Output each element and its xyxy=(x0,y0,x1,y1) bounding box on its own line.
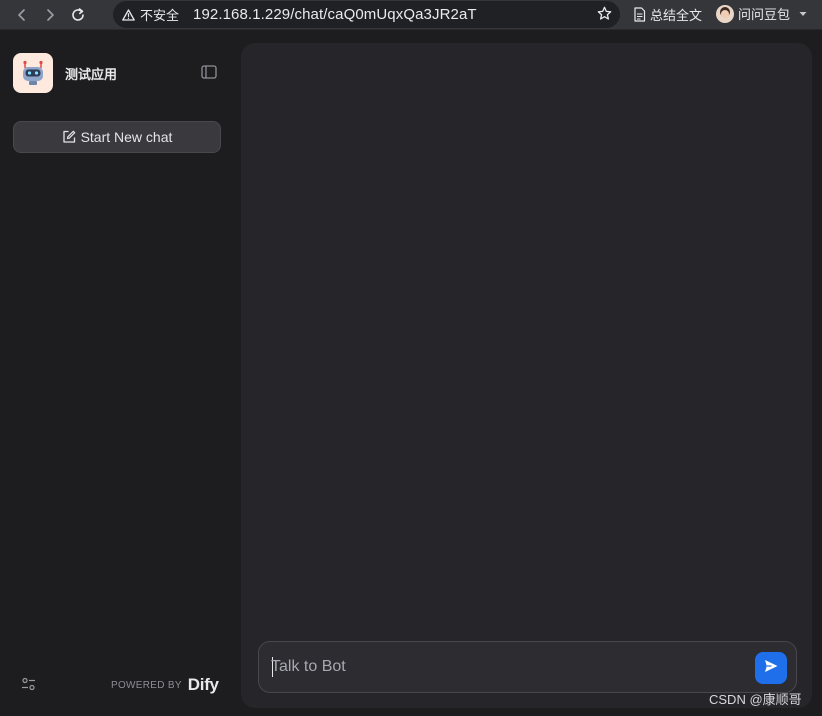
forward-button[interactable] xyxy=(36,1,64,29)
new-chat-button[interactable]: Start New chat xyxy=(13,121,221,153)
reload-icon xyxy=(70,7,86,23)
back-button[interactable] xyxy=(8,1,36,29)
browser-toolbar: 不安全 192.168.1.229/chat/caQ0mUqxQa3JR2aT … xyxy=(0,0,822,30)
app-header: 测试应用 xyxy=(13,53,223,93)
message-input[interactable] xyxy=(271,656,741,678)
profile-name: 问问豆包 xyxy=(738,7,791,22)
robot-icon xyxy=(13,53,53,93)
arrow-right-icon xyxy=(43,8,57,22)
sidebar-collapse-icon[interactable] xyxy=(201,65,217,79)
profile-menu[interactable]: 问问豆包 xyxy=(716,4,807,23)
caret-down-icon xyxy=(799,11,807,17)
edit-icon xyxy=(62,130,76,144)
settings-sliders-icon[interactable] xyxy=(21,677,36,691)
warning-icon xyxy=(122,8,135,21)
summary-button[interactable]: 总结全文 xyxy=(633,5,702,24)
summary-label: 总结全文 xyxy=(650,8,703,23)
url-text[interactable]: 192.168.1.229/chat/caQ0mUqxQa3JR2aT xyxy=(193,6,477,23)
send-icon xyxy=(763,658,779,679)
powered-by: POWERED BY Dify xyxy=(111,675,219,695)
chat-panel xyxy=(241,43,812,708)
message-composer xyxy=(258,641,797,693)
security-indicator[interactable]: 不安全 xyxy=(122,5,179,24)
sidebar: 测试应用 Start New chat POWERED BY Dify xyxy=(0,30,240,716)
security-label: 不安全 xyxy=(140,8,180,23)
watermark: CSDN @康顺哥 xyxy=(709,692,802,707)
address-bar[interactable]: 不安全 192.168.1.229/chat/caQ0mUqxQa3JR2aT xyxy=(113,1,620,28)
chat-app: 测试应用 Start New chat POWERED BY Dify xyxy=(0,30,822,716)
dify-logo[interactable]: Dify xyxy=(188,675,219,695)
document-icon xyxy=(633,7,646,22)
app-title: 测试应用 xyxy=(65,66,118,82)
arrow-left-icon xyxy=(15,8,29,22)
send-button[interactable] xyxy=(755,652,787,684)
avatar xyxy=(716,4,734,23)
new-chat-label: Start New chat xyxy=(80,129,173,145)
powered-by-label: POWERED BY xyxy=(111,679,182,691)
reload-button[interactable] xyxy=(64,1,92,29)
star-icon[interactable] xyxy=(597,6,612,21)
